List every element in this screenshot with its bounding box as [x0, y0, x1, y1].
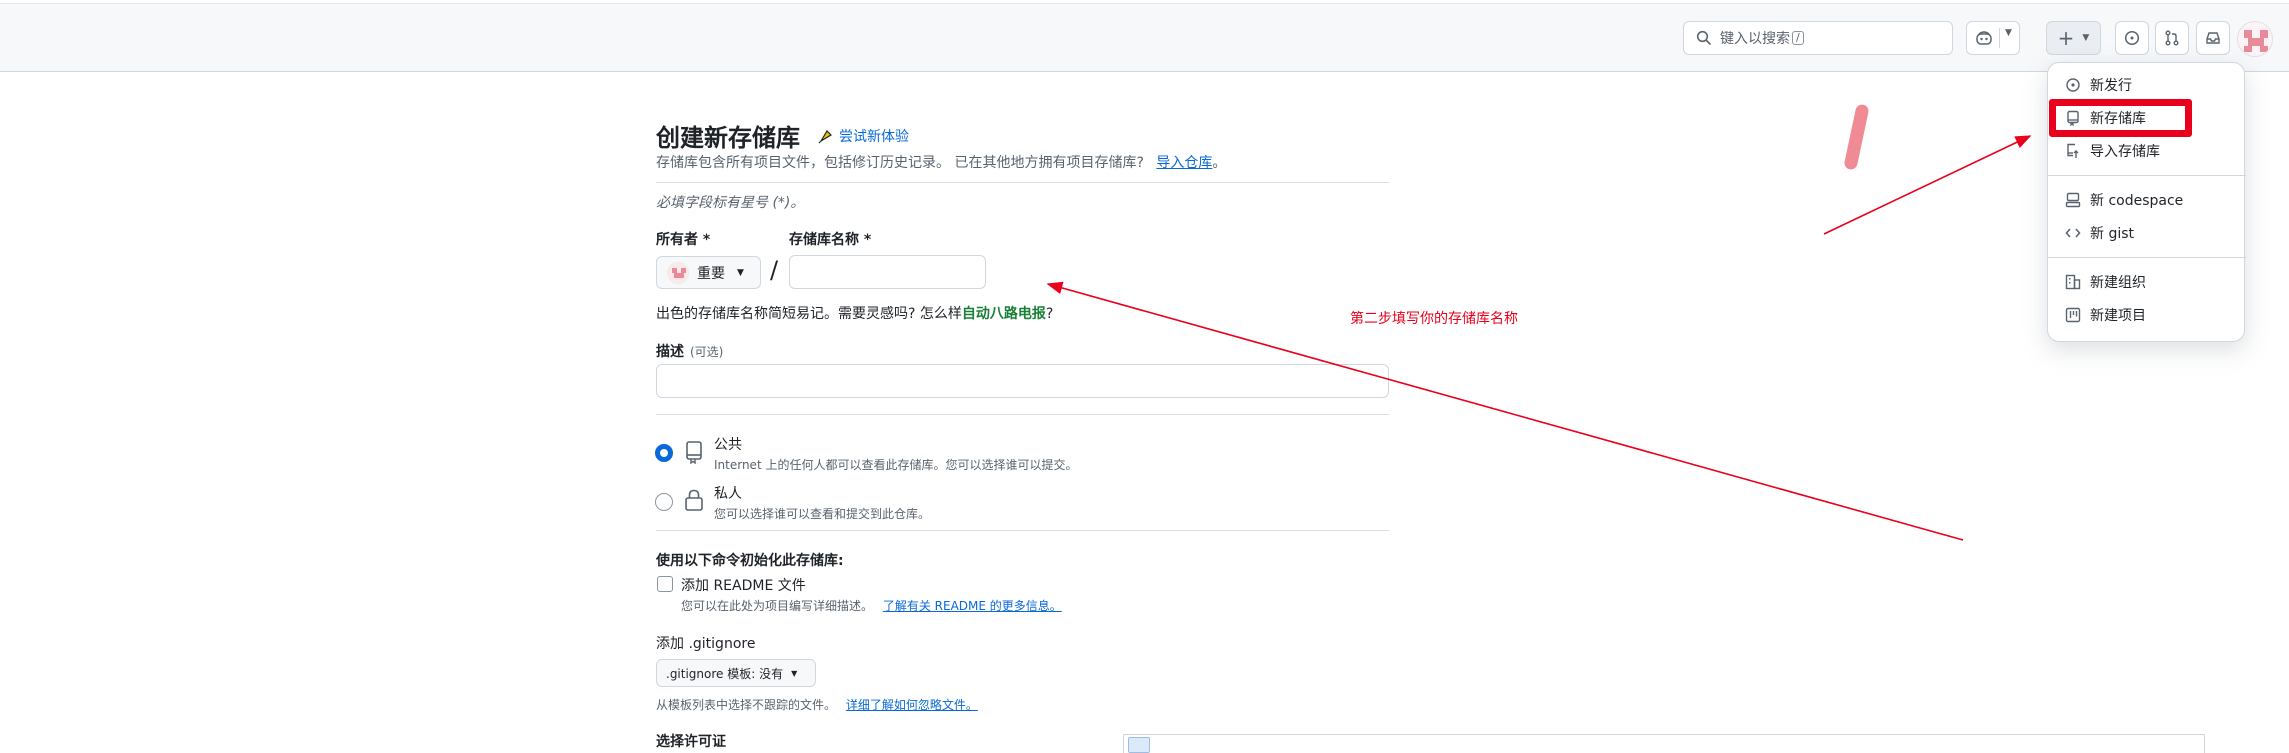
- gitignore-desc-text: 从模板列表中选择不跟踪的文件。: [656, 698, 837, 712]
- hint-text: 出色的存储库名称简短易记。需要灵感吗? 怎么样: [656, 306, 962, 322]
- name-suggestion[interactable]: 自动八路电报: [962, 306, 1046, 322]
- visibility-private-title: 私人: [714, 486, 742, 502]
- visibility-private-radio[interactable]: [655, 493, 673, 511]
- menu-separator: [2048, 175, 2246, 176]
- add-readme-checkbox[interactable]: [657, 576, 673, 592]
- bottom-overlay-panel: [1123, 734, 2205, 753]
- gitignore-learn-more-link[interactable]: 详细了解如何忽略文件。: [846, 698, 978, 712]
- gitignore-template-select[interactable]: .gitignore 模板: 没有 ▼: [656, 659, 816, 687]
- organization-icon: [2064, 273, 2082, 291]
- divider: [656, 414, 1389, 415]
- menu-item-new-gist[interactable]: 新 gist: [2064, 223, 2134, 243]
- description-label-text: 描述: [656, 344, 684, 360]
- visibility-public-desc: Internet 上的任何人都可以查看此存储库。您可以选择谁可以提交。: [714, 458, 1078, 472]
- owner-select[interactable]: 重要 ▼: [656, 256, 761, 289]
- readme-learn-more-link[interactable]: 了解有关 README 的更多信息。: [883, 599, 1062, 613]
- page-title-row: 创建新存储库 尝试新体验: [656, 118, 909, 153]
- copilot-divider: [1999, 28, 2000, 48]
- chevron-down-icon: ▼: [737, 267, 744, 278]
- gitignore-select-label: .gitignore 模板: 没有: [666, 666, 784, 681]
- menu-item-new-codespace[interactable]: 新 codespace: [2064, 190, 2183, 210]
- menu-item-label: 新 codespace: [2090, 193, 2184, 209]
- description-optional: (可选): [690, 345, 724, 359]
- chevron-down-icon: ▼: [791, 668, 798, 678]
- menu-item-new-project[interactable]: 新建项目: [2064, 305, 2146, 325]
- visibility-public-title: 公共: [714, 437, 742, 453]
- git-pull-request-icon: [2165, 30, 2179, 46]
- search-input[interactable]: 键入以搜索 /: [1683, 21, 1953, 55]
- required-fields-note: 必填字段标有星号 (*)。: [656, 195, 805, 211]
- visibility-private-desc: 您可以选择谁可以查看和提交到此仓库。: [714, 507, 931, 521]
- pull-requests-button[interactable]: [2155, 21, 2189, 55]
- plus-icon: +: [2057, 26, 2075, 50]
- repo-name-label: 存储库名称 *: [789, 232, 872, 248]
- pink-brush-mark: [1843, 103, 1870, 171]
- menu-item-label: 新建组织: [2090, 275, 2146, 291]
- subtitle-text: 存储库包含所有项目文件，包括修订历史记录。 已在其他地方拥有项目存储库?: [656, 155, 1144, 171]
- repo-name-input[interactable]: [789, 255, 986, 289]
- menu-separator: [2048, 257, 2246, 258]
- repo-name-hint: 出色的存储库名称简短易记。需要灵感吗? 怎么样自动八路电报?: [656, 303, 1053, 323]
- menu-item-label: 新发行: [2090, 78, 2132, 94]
- hint-end: ?: [1045, 306, 1054, 322]
- owner-value: 重要: [697, 265, 725, 282]
- try-new-experience-link[interactable]: 尝试新体验: [818, 126, 909, 146]
- user-avatar[interactable]: [2237, 21, 2273, 57]
- code-icon: [2064, 224, 2082, 242]
- lock-icon: [685, 489, 703, 511]
- highlight-box-new-repository: [2049, 99, 2192, 137]
- repo-push-icon: [2064, 142, 2082, 160]
- add-readme-label: 添加 README 文件: [681, 578, 806, 594]
- visibility-public-radio[interactable]: [655, 444, 673, 462]
- subtitle-end: 。: [1212, 155, 1227, 171]
- issue-opened-icon: [2124, 30, 2140, 46]
- search-placeholder: 键入以搜索: [1720, 31, 1790, 47]
- menu-item-label: 新 gist: [2090, 226, 2135, 242]
- project-icon: [2064, 306, 2082, 324]
- repo-icon: [686, 441, 702, 464]
- annotation-step-two: 第二步填写你的存储库名称: [1350, 311, 1518, 327]
- divider: [656, 530, 1389, 531]
- issues-button[interactable]: [2115, 21, 2149, 55]
- copilot-button[interactable]: ▼: [1966, 21, 2020, 55]
- gitignore-description: 从模板列表中选择不跟踪的文件。 详细了解如何忽略文件。: [656, 696, 978, 713]
- inbox-icon: [2206, 32, 2220, 44]
- owner-label: 所有者 *: [656, 232, 711, 248]
- search-icon: [1696, 30, 1711, 45]
- menu-item-new-organization[interactable]: 新建组织: [2064, 272, 2146, 292]
- owner-repo-separator: /: [770, 256, 779, 284]
- gitignore-section-title: 添加 .gitignore: [656, 636, 756, 652]
- inbox-button[interactable]: [2196, 21, 2230, 55]
- menu-item-import-repository[interactable]: 导入存储库: [2064, 141, 2160, 161]
- license-section-title: 选择许可证: [656, 734, 726, 750]
- tag-icon: [2064, 76, 2082, 94]
- beaker-icon: [818, 129, 832, 143]
- divider: [656, 182, 1389, 183]
- image-icon: [1128, 737, 1150, 753]
- chevron-down-icon: ▼: [2082, 33, 2090, 43]
- menu-item-label: 导入存储库: [2090, 144, 2160, 160]
- init-section-title: 使用以下命令初始化此存储库:: [656, 553, 844, 569]
- create-new-button[interactable]: + ▼: [2046, 21, 2101, 55]
- menu-item-label: 新建项目: [2090, 308, 2146, 324]
- search-shortcut-key: /: [1792, 31, 1804, 45]
- chevron-down-icon: ▼: [2005, 28, 2012, 38]
- page-title: 创建新存储库: [656, 124, 800, 152]
- try-new-label: 尝试新体验: [839, 128, 909, 145]
- readme-desc-text: 您可以在此处为项目编写详细描述。: [681, 599, 874, 613]
- page-subtitle: 存储库包含所有项目文件，包括修订历史记录。 已在其他地方拥有项目存储库? 导入仓…: [656, 152, 1226, 172]
- owner-avatar: [667, 261, 689, 284]
- readme-description: 您可以在此处为项目编写详细描述。 了解有关 README 的更多信息。: [681, 597, 1062, 614]
- codespaces-icon: [2064, 191, 2082, 209]
- menu-item-new-release[interactable]: 新发行: [2064, 75, 2132, 95]
- description-label: 描述 (可选): [656, 341, 723, 361]
- copilot-icon: [1976, 31, 1992, 45]
- import-repo-link[interactable]: 导入仓库: [1156, 155, 1212, 171]
- description-input[interactable]: [656, 364, 1389, 398]
